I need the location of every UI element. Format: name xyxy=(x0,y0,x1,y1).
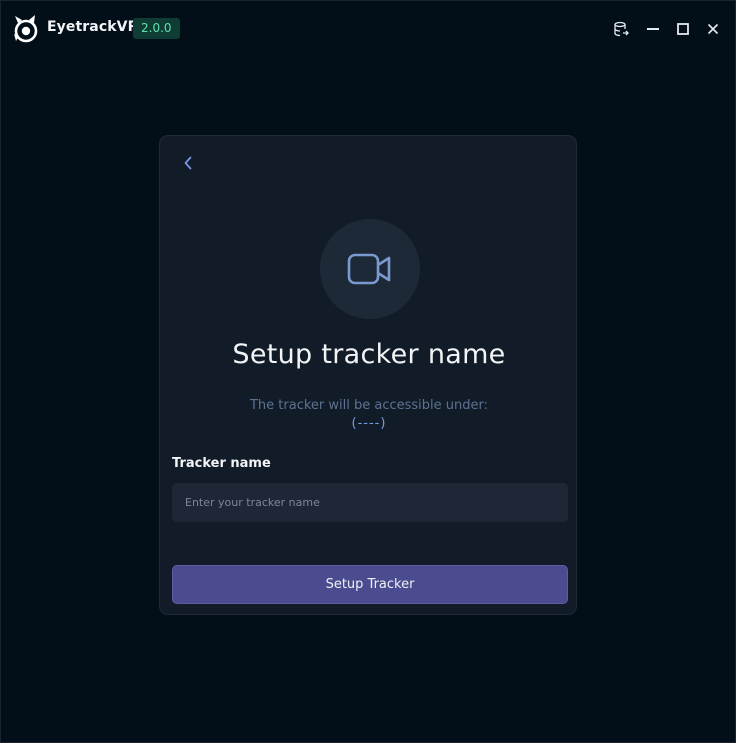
card-subtitle: The tracker will be accessible under: xyxy=(249,398,489,413)
app-title: EyetrackVR xyxy=(47,19,139,35)
minimize-icon xyxy=(647,28,659,30)
minimize-button[interactable] xyxy=(639,15,667,43)
chevron-left-icon xyxy=(184,156,192,170)
setup-tracker-card: Setup tracker name The tracker will be a… xyxy=(159,135,577,615)
app-logo-icon xyxy=(14,15,38,43)
card-title: Setup tracker name xyxy=(232,339,506,370)
version-badge: 2.0.0 xyxy=(133,18,180,39)
back-button[interactable] xyxy=(178,153,198,173)
tracker-name-input[interactable] xyxy=(172,483,568,522)
database-export-icon xyxy=(614,21,629,37)
setup-tracker-button[interactable]: Setup Tracker xyxy=(172,565,568,604)
close-button[interactable] xyxy=(699,15,727,43)
database-export-button[interactable] xyxy=(607,15,635,43)
tracker-name-label: Tracker name xyxy=(172,456,271,471)
tracker-path: (----) xyxy=(351,416,387,431)
app-window: EyetrackVR 2.0.0 Setup tracker name The … xyxy=(0,0,736,743)
video-camera-icon xyxy=(347,253,391,285)
close-icon xyxy=(707,23,719,35)
hero-icon-circle xyxy=(320,219,420,319)
maximize-button[interactable] xyxy=(669,15,697,43)
title-bar[interactable]: EyetrackVR 2.0.0 xyxy=(1,1,735,57)
maximize-icon xyxy=(677,23,689,35)
